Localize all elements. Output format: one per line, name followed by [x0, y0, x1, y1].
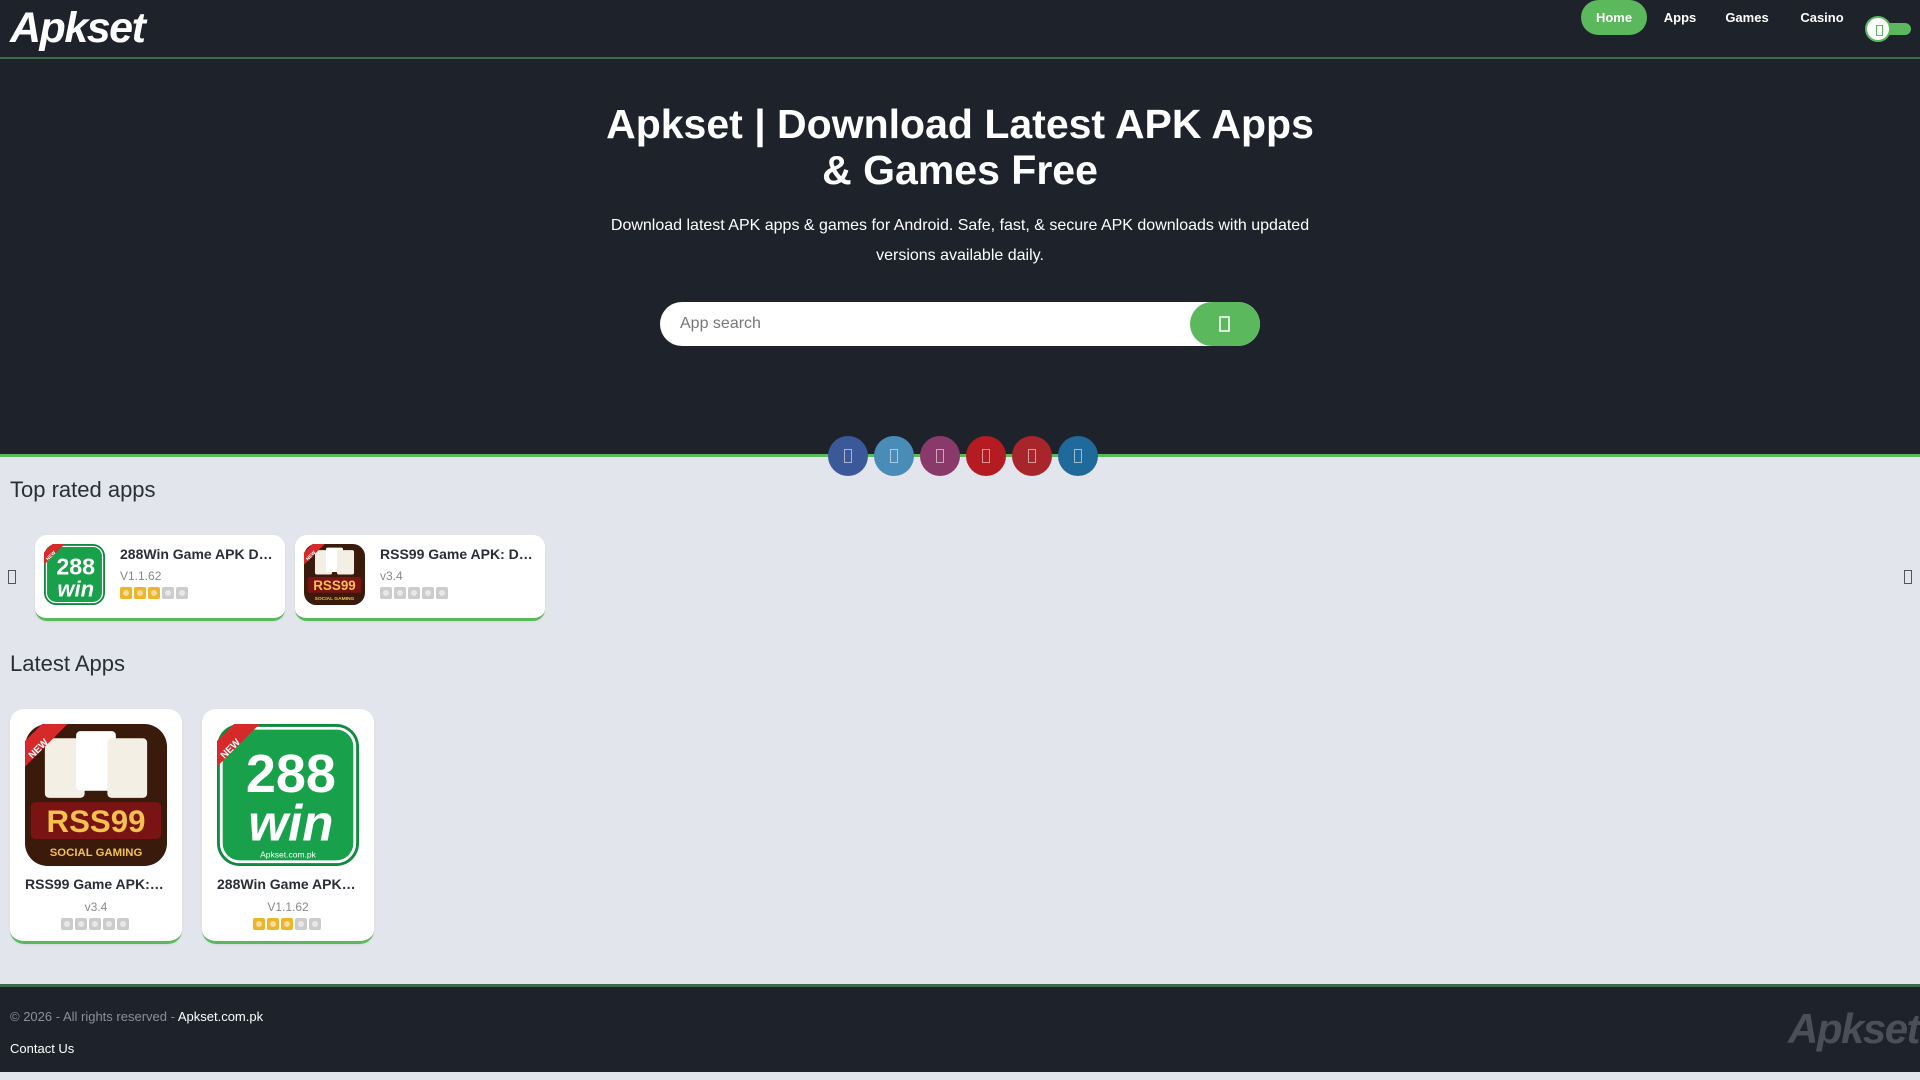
copyright-text: © 2026 - All rights reserved - Apkset.co…	[10, 1009, 263, 1024]
instagram-icon[interactable]	[920, 436, 960, 476]
app-name: 288Win Game APK Download	[120, 546, 275, 562]
rss99-app-icon: RSS99 SOCIAL GAMING NEW	[25, 724, 167, 866]
latest-app-card[interactable]: RSS99 SOCIAL GAMING NEW RSS99 Game APK: …	[10, 709, 182, 944]
star-icon	[75, 918, 87, 930]
search-button[interactable]	[1190, 302, 1260, 346]
rss99-app-icon: RSS99 SOCIAL GAMING NEW	[304, 544, 365, 605]
site-link[interactable]: Apkset.com.pk	[178, 1009, 263, 1024]
star-icon	[436, 587, 448, 599]
app-version: v3.4	[84, 900, 108, 914]
dark-mode-toggle[interactable]	[1865, 16, 1911, 42]
app-name: RSS99 Game APK: Download	[25, 876, 167, 892]
pinterest-icon[interactable]	[966, 436, 1006, 476]
app-version: V1.1.62	[120, 569, 162, 583]
icon-text: SOCIAL GAMING	[50, 847, 143, 859]
top-navbar: Apkset Home Apps Games Casino	[0, 0, 1920, 59]
copyright-label: © 2026 - All rights reserved -	[10, 1009, 175, 1024]
latest-apps-heading: Latest Apps	[10, 651, 125, 676]
linkedin-icon[interactable]	[1058, 436, 1098, 476]
search-icon	[1219, 316, 1230, 332]
app-name: 288Win Game APK Download	[217, 876, 359, 892]
app-name: RSS99 Game APK: Download	[380, 546, 535, 562]
icon-text: SOCIAL GAMING	[315, 596, 355, 602]
facebook-icon[interactable]	[828, 436, 868, 476]
nav-casino[interactable]: Casino	[1787, 0, 1857, 35]
star-icon	[408, 587, 420, 599]
icon-text: win	[57, 576, 94, 601]
carousel-prev-arrow[interactable]	[8, 570, 16, 584]
nav-home[interactable]: Home	[1581, 0, 1647, 35]
icon-text: Apkset.com.pk	[260, 849, 316, 859]
hero-section: Apkset | Download Latest APK Apps & Game…	[0, 59, 1920, 476]
star-icon	[117, 918, 129, 930]
star-icon	[309, 918, 321, 930]
star-rating	[380, 587, 450, 599]
twitter-icon[interactable]	[874, 436, 914, 476]
nav-games[interactable]: Games	[1714, 0, 1780, 35]
star-icon	[176, 587, 188, 599]
star-icon	[61, 918, 73, 930]
top-rated-card[interactable]: RSS99 SOCIAL GAMING NEW RSS99 Game APK: …	[295, 535, 545, 621]
icon-text: 288	[56, 554, 95, 580]
star-rating	[202, 918, 374, 930]
star-icon	[253, 918, 265, 930]
site-footer: © 2026 - All rights reserved - Apkset.co…	[0, 984, 1920, 1072]
icon-text: win	[248, 794, 333, 851]
star-icon	[162, 587, 174, 599]
star-rating	[120, 587, 190, 599]
app-version: V1.1.62	[267, 900, 309, 914]
search-input[interactable]	[660, 302, 1190, 346]
page-title-line1: Apkset | Download Latest APK Apps	[606, 101, 1314, 147]
top-rated-heading: Top rated apps	[10, 477, 156, 502]
star-icon	[134, 587, 146, 599]
star-icon	[103, 918, 115, 930]
star-icon	[89, 918, 101, 930]
hero-subtitle: Download latest APK apps & games for And…	[610, 217, 1310, 264]
sun-icon	[1865, 16, 1891, 42]
icon-text: RSS99	[313, 578, 355, 593]
288win-app-icon: 288 win Apkset.com.pk NEW	[217, 724, 359, 866]
star-rating	[10, 918, 182, 930]
contact-us-link[interactable]: Contact Us	[10, 1041, 74, 1056]
nav-apps[interactable]: Apps	[1649, 0, 1711, 35]
star-icon	[295, 918, 307, 930]
app-version: v3.4	[380, 569, 403, 583]
latest-app-card[interactable]: 288 win Apkset.com.pk NEW 288Win Game AP…	[202, 709, 374, 944]
carousel-next-arrow[interactable]	[1904, 570, 1912, 584]
search-bar	[660, 302, 1260, 346]
star-icon	[120, 587, 132, 599]
star-icon	[422, 587, 434, 599]
page-bottom-strip	[0, 1072, 1920, 1080]
top-rated-card[interactable]: 288 win NEW 288Win Game APK Download V1.…	[35, 535, 285, 621]
site-logo[interactable]: Apkset	[10, 2, 146, 54]
star-icon	[281, 918, 293, 930]
star-icon	[380, 587, 392, 599]
footer-logo: Apkset	[1788, 1005, 1920, 1052]
reddit-icon[interactable]	[1012, 436, 1052, 476]
page-title: Apkset | Download Latest APK Apps & Game…	[560, 101, 1360, 193]
icon-text: RSS99	[47, 804, 146, 839]
star-icon	[148, 587, 160, 599]
288win-app-icon: 288 win NEW	[44, 544, 105, 605]
star-icon	[394, 587, 406, 599]
star-icon	[267, 918, 279, 930]
page-title-line2: & Games Free	[822, 147, 1098, 193]
